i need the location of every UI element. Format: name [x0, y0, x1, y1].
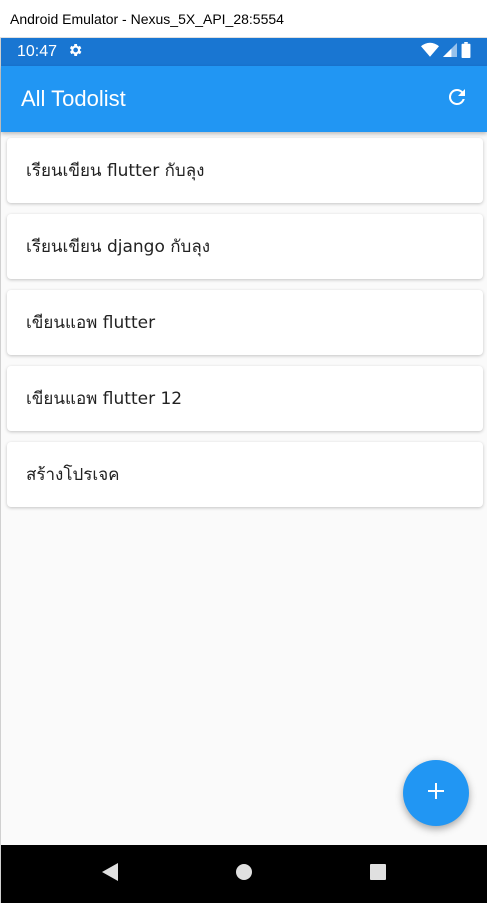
status-icons: [421, 41, 471, 63]
todo-card[interactable]: เรียนเขียน flutter กับลุง: [7, 138, 483, 203]
page-title: All Todolist: [21, 86, 126, 111]
add-todo-button[interactable]: [403, 760, 469, 826]
status-time: 10:47: [17, 43, 58, 60]
recents-icon: [369, 863, 387, 885]
app-bar: All Todolist: [1, 66, 487, 132]
window-title: Android Emulator - Nexus_5X_API_28:5554: [10, 10, 284, 27]
wifi-icon: [421, 42, 439, 63]
todo-title: เขียนแอพ flutter 12: [26, 389, 183, 409]
todo-title: เรียนเขียน flutter กับลุง: [26, 161, 205, 181]
emulator-window-titlebar: Android Emulator - Nexus_5X_API_28:5554: [0, 0, 487, 38]
todo-card[interactable]: สร้างโปรเจค: [7, 442, 483, 507]
todo-list: เรียนเขียน flutter กับลุง เรียนเขียน dja…: [7, 138, 483, 518]
status-bar: 10:47: [1, 38, 487, 66]
recents-button[interactable]: [311, 845, 445, 903]
refresh-icon: [445, 85, 469, 113]
todo-title: เขียนแอพ flutter: [26, 313, 156, 333]
system-nav-bar: [1, 845, 487, 903]
refresh-button[interactable]: [443, 85, 471, 113]
plus-icon: [425, 780, 447, 806]
battery-icon: [461, 41, 471, 63]
home-icon: [235, 863, 253, 885]
todo-title: เรียนเขียน django กับลุง: [26, 237, 211, 257]
todo-card[interactable]: เขียนแอพ flutter: [7, 290, 483, 355]
home-button[interactable]: [177, 845, 311, 903]
todo-card[interactable]: เรียนเขียน django กับลุง: [7, 214, 483, 279]
todo-card[interactable]: เขียนแอพ flutter 12: [7, 366, 483, 431]
settings-gear-icon: [67, 42, 83, 63]
signal-icon: [443, 42, 457, 62]
phone-screen: 10:47 All Todolist เรียนเขียน flutter กั…: [0, 38, 487, 903]
back-button[interactable]: [43, 845, 177, 903]
todo-title: สร้างโปรเจค: [26, 465, 120, 485]
back-icon: [100, 862, 120, 886]
